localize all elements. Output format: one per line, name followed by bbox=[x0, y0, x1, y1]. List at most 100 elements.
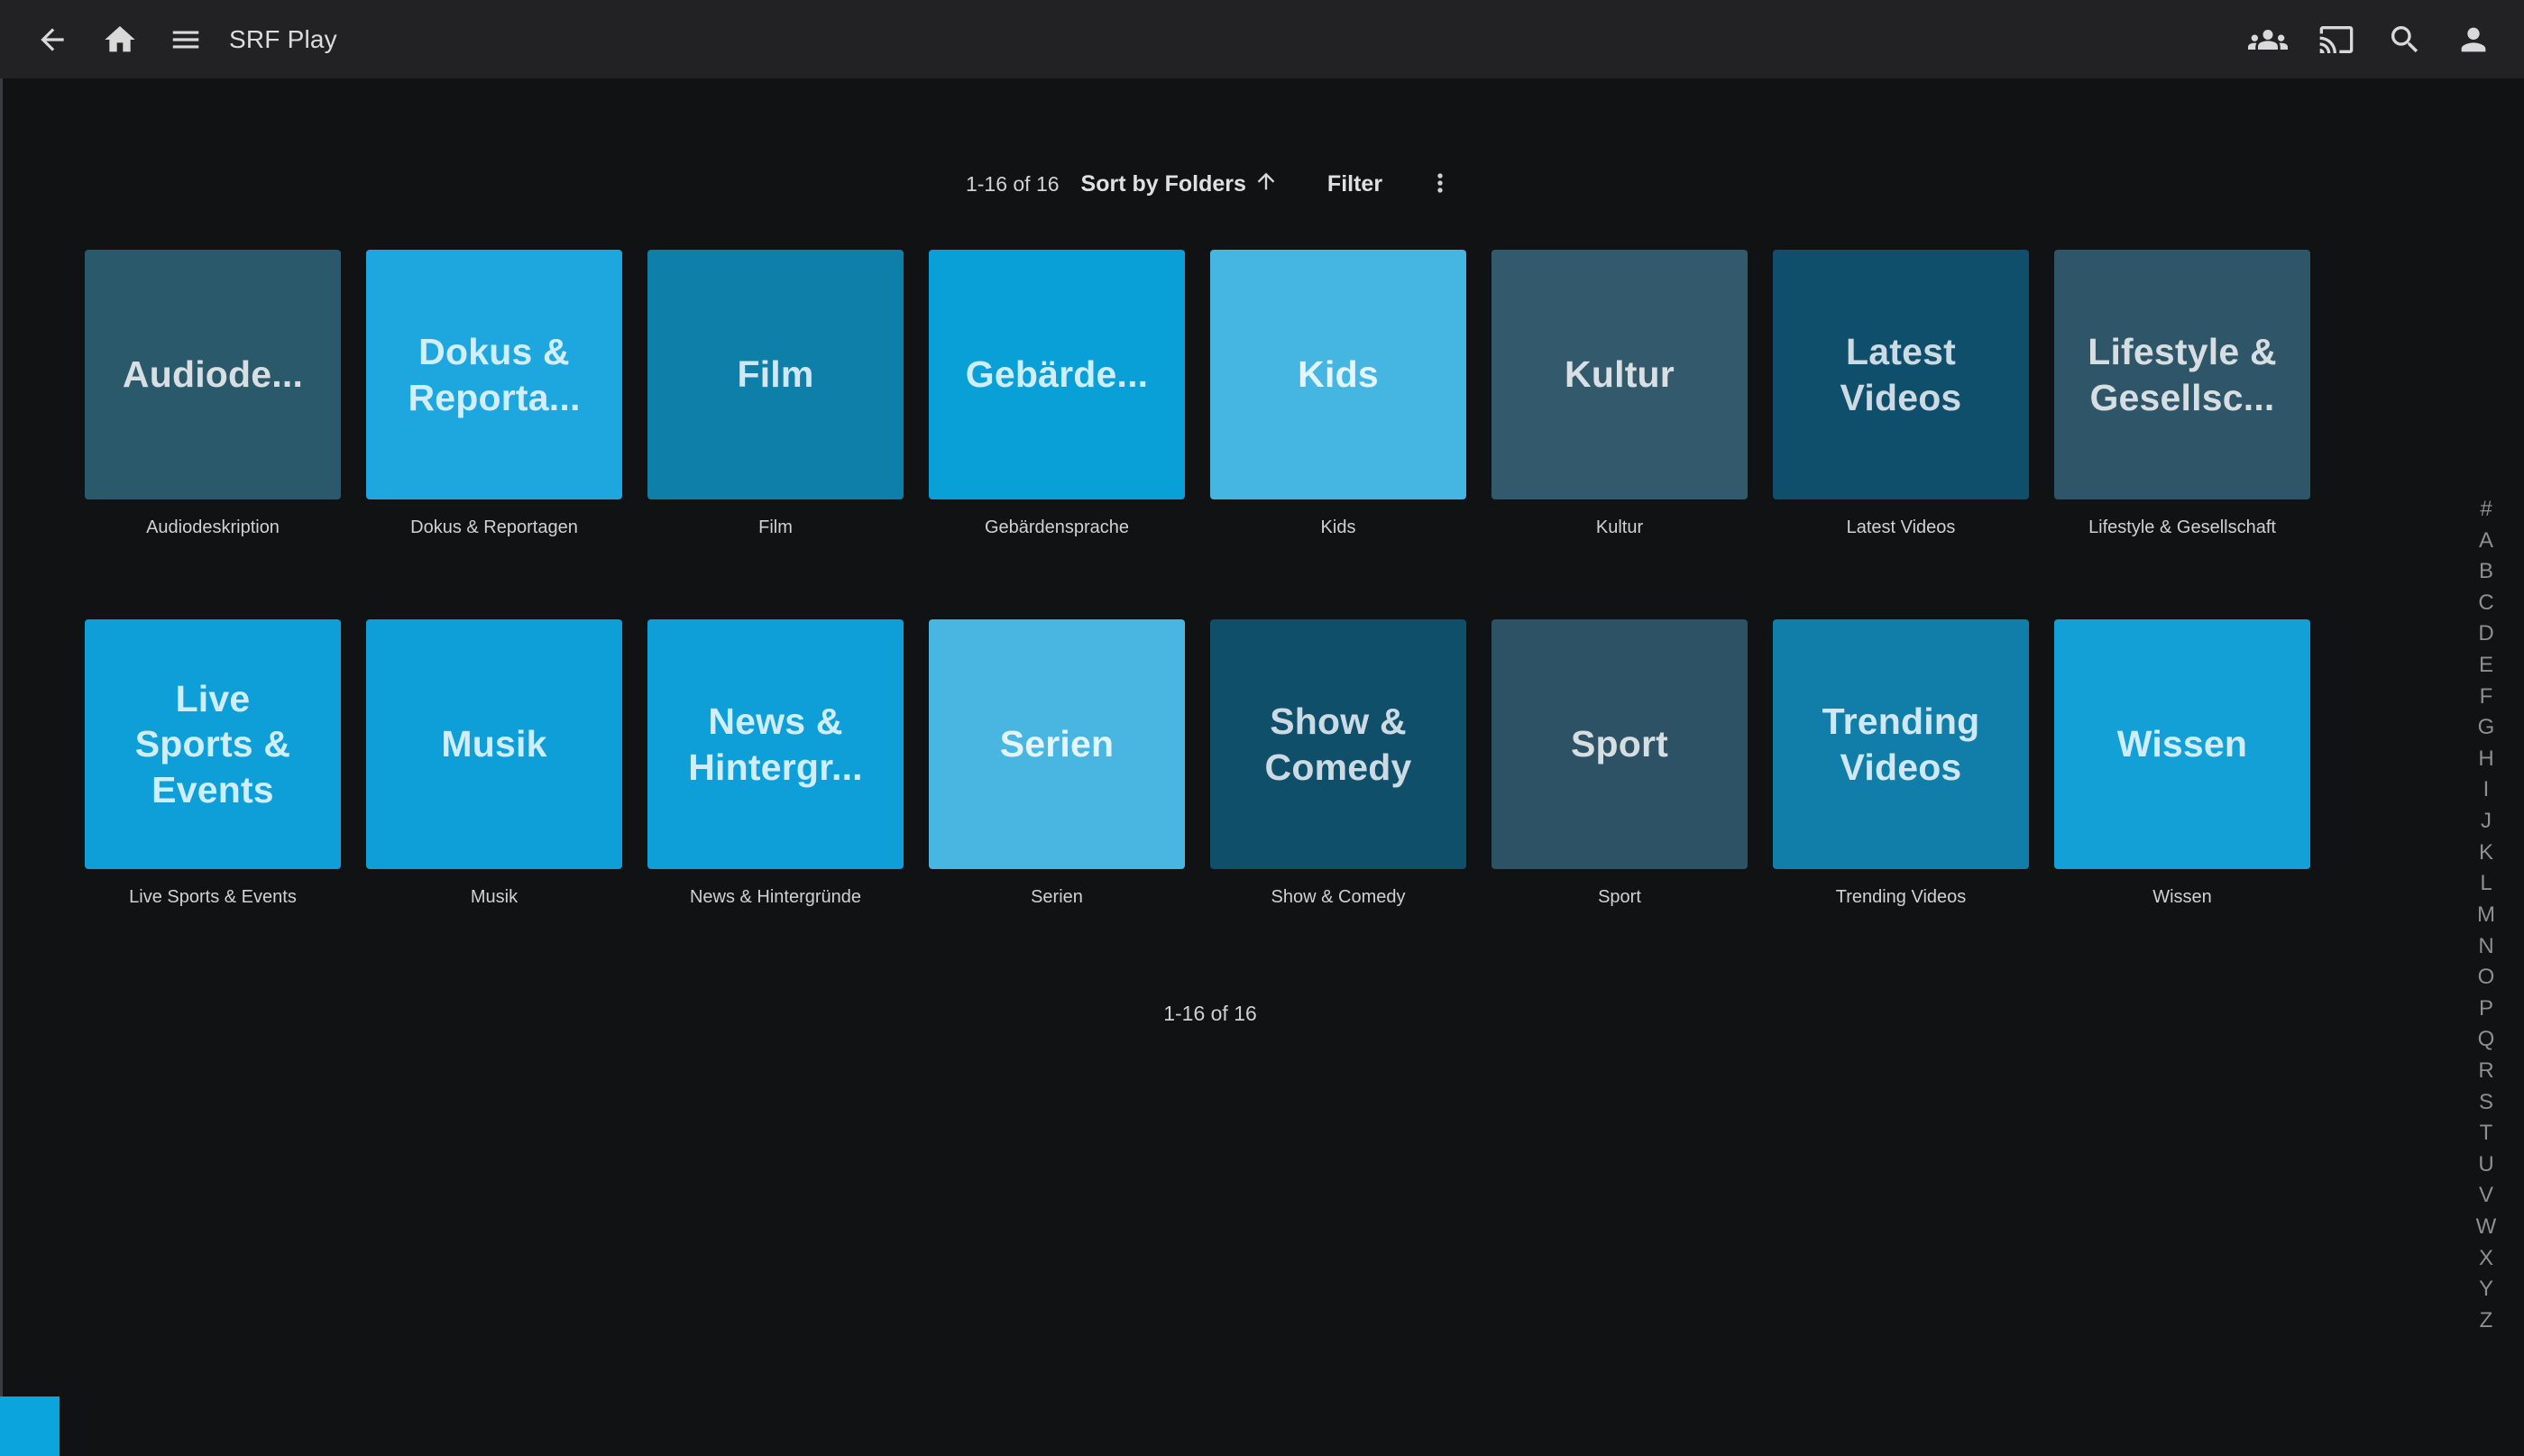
folder-cell: Film Film bbox=[647, 250, 904, 540]
home-button[interactable] bbox=[100, 20, 140, 60]
alphabet-scroller: # ABCDEFGHIJKLMNOPQRSTUVWXYZ bbox=[2468, 496, 2504, 1334]
folder-caption: Film bbox=[647, 516, 904, 540]
back-button[interactable] bbox=[32, 20, 72, 60]
folder-tile-label: Serien bbox=[1000, 721, 1115, 766]
alpha-letter-y[interactable]: Y bbox=[2468, 1276, 2504, 1303]
folder-tile-show-comedy[interactable]: Show & Comedy bbox=[1210, 619, 1466, 869]
folder-tile-musik[interactable]: Musik bbox=[366, 619, 622, 869]
folder-caption: Live Sports & Events bbox=[85, 885, 341, 910]
folder-cell: News & Hintergr... News & Hintergründe bbox=[647, 619, 904, 910]
folder-caption: Wissen bbox=[2054, 885, 2310, 910]
item-count-top: 1-16 of 16 bbox=[966, 172, 1060, 197]
folder-tile-label: Musik bbox=[441, 721, 546, 766]
folder-caption: Trending Videos bbox=[1773, 885, 2029, 910]
folder-tile-news-hintergruende[interactable]: News & Hintergr... bbox=[647, 619, 904, 869]
cast-button[interactable] bbox=[2317, 20, 2356, 60]
folder-tile-label: Dokus & Reporta... bbox=[408, 329, 580, 419]
alpha-letter-t[interactable]: T bbox=[2468, 1120, 2504, 1147]
search-button[interactable] bbox=[2385, 20, 2425, 60]
folder-caption: Latest Videos bbox=[1773, 516, 2029, 540]
alpha-letter-l[interactable]: L bbox=[2468, 870, 2504, 897]
folder-caption: Serien bbox=[929, 885, 1185, 910]
alpha-letter-f[interactable]: F bbox=[2468, 683, 2504, 710]
alpha-letter-r[interactable]: R bbox=[2468, 1058, 2504, 1085]
folder-cell: Kids Kids bbox=[1210, 250, 1466, 540]
folder-tile-label: Lifestyle & Gesellsc... bbox=[2088, 329, 2277, 419]
folder-caption: Musik bbox=[366, 885, 622, 910]
folder-caption: Kids bbox=[1210, 516, 1466, 540]
folder-cell: Latest Videos Latest Videos bbox=[1773, 250, 2029, 540]
folder-tile-label: Film bbox=[737, 352, 813, 397]
folder-cell: Live Sports & Events Live Sports & Event… bbox=[85, 619, 341, 910]
folder-tile-label: News & Hintergr... bbox=[688, 699, 863, 789]
folder-tile-audiodeskription[interactable]: Audiode... bbox=[85, 250, 341, 499]
folder-caption: News & Hintergründe bbox=[647, 885, 904, 910]
folder-tile-label: Latest Videos bbox=[1840, 329, 1962, 419]
syncplay-button[interactable] bbox=[2248, 20, 2288, 60]
item-count-bottom: 1-16 of 16 bbox=[0, 1002, 2420, 1025]
corner-accent-square bbox=[0, 1396, 60, 1456]
folder-tile-sport[interactable]: Sport bbox=[1491, 619, 1748, 869]
folder-tile-lifestyle-gesellschaft[interactable]: Lifestyle & Gesellsc... bbox=[2054, 250, 2310, 499]
folder-tile-film[interactable]: Film bbox=[647, 250, 904, 499]
folder-cell: Wissen Wissen bbox=[2054, 619, 2310, 910]
alpha-letter-u[interactable]: U bbox=[2468, 1151, 2504, 1178]
more-options-button[interactable] bbox=[1426, 169, 1455, 200]
alpha-letter-p[interactable]: P bbox=[2468, 995, 2504, 1022]
alpha-letter-s[interactable]: S bbox=[2468, 1089, 2504, 1116]
alpha-letter-q[interactable]: Q bbox=[2468, 1026, 2504, 1053]
folder-cell: Kultur Kultur bbox=[1491, 250, 1748, 540]
user-button[interactable] bbox=[2454, 20, 2493, 60]
folder-cell: Musik Musik bbox=[366, 619, 622, 910]
user-icon bbox=[2455, 22, 2492, 58]
alpha-letter-o[interactable]: O bbox=[2468, 964, 2504, 991]
alpha-letter-k[interactable]: K bbox=[2468, 839, 2504, 866]
folder-caption: Gebärdensprache bbox=[929, 516, 1185, 540]
folder-tile-gebaerdensprache[interactable]: Gebärde... bbox=[929, 250, 1185, 499]
alpha-letter-d[interactable]: D bbox=[2468, 620, 2504, 647]
folder-tile-label: Sport bbox=[1571, 721, 1668, 766]
search-icon bbox=[2387, 22, 2423, 58]
folder-cell: Serien Serien bbox=[929, 619, 1185, 910]
folder-tile-label: Trending Videos bbox=[1822, 699, 1980, 789]
folder-tile-wissen[interactable]: Wissen bbox=[2054, 619, 2310, 869]
folder-tile-label: Wissen bbox=[2117, 721, 2247, 766]
alpha-letter-h[interactable]: H bbox=[2468, 746, 2504, 773]
folder-tile-kultur[interactable]: Kultur bbox=[1491, 250, 1748, 499]
folder-caption: Kultur bbox=[1491, 516, 1748, 540]
alpha-letter-i[interactable]: I bbox=[2468, 776, 2504, 803]
alpha-letter-c[interactable]: C bbox=[2468, 590, 2504, 617]
folder-tile-kids[interactable]: Kids bbox=[1210, 250, 1466, 499]
folder-tile-label: Gebärde... bbox=[966, 352, 1149, 397]
alpha-letter-v[interactable]: V bbox=[2468, 1182, 2504, 1209]
back-arrow-icon bbox=[35, 23, 69, 57]
folder-cell: Show & Comedy Show & Comedy bbox=[1210, 619, 1466, 910]
alpha-letter-hash[interactable]: # bbox=[2468, 496, 2504, 523]
alpha-letter-n[interactable]: N bbox=[2468, 933, 2504, 960]
app-bar: SRF Play bbox=[0, 0, 2524, 78]
folder-tile-dokus-reportagen[interactable]: Dokus & Reporta... bbox=[366, 250, 622, 499]
alpha-letter-w[interactable]: W bbox=[2468, 1213, 2504, 1241]
folder-tile-live-sports-events[interactable]: Live Sports & Events bbox=[85, 619, 341, 869]
folder-caption: Audiodeskription bbox=[85, 516, 341, 540]
menu-button[interactable] bbox=[166, 20, 206, 60]
folder-grid-row-2: Live Sports & Events Live Sports & Event… bbox=[0, 619, 2420, 910]
folder-tile-latest-videos[interactable]: Latest Videos bbox=[1773, 250, 2029, 499]
group-people-icon bbox=[2248, 20, 2288, 60]
alpha-letter-j[interactable]: J bbox=[2468, 808, 2504, 835]
alpha-letter-z[interactable]: Z bbox=[2468, 1307, 2504, 1334]
kebab-menu-icon bbox=[1426, 169, 1455, 200]
alpha-letter-g[interactable]: G bbox=[2468, 714, 2504, 741]
alpha-letter-m[interactable]: M bbox=[2468, 902, 2504, 929]
left-edge-scroll-track bbox=[0, 78, 3, 1456]
alpha-letter-e[interactable]: E bbox=[2468, 652, 2504, 679]
folder-tile-label: Kids bbox=[1298, 352, 1379, 397]
sort-button[interactable]: Sort by Folders bbox=[1081, 169, 1279, 200]
folder-grid-row-1: Audiode... Audiodeskription Dokus & Repo… bbox=[0, 250, 2420, 540]
folder-tile-trending-videos[interactable]: Trending Videos bbox=[1773, 619, 2029, 869]
filter-button[interactable]: Filter bbox=[1327, 171, 1382, 197]
alpha-letter-x[interactable]: X bbox=[2468, 1245, 2504, 1272]
folder-tile-serien[interactable]: Serien bbox=[929, 619, 1185, 869]
alpha-letter-a[interactable]: A bbox=[2468, 527, 2504, 554]
alpha-letter-b[interactable]: B bbox=[2468, 558, 2504, 585]
